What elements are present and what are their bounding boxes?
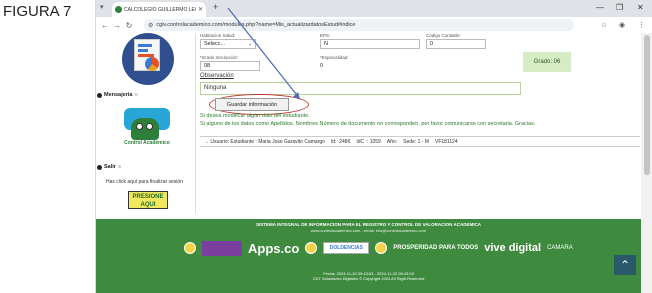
field-label: *Grado Inscripción: — [200, 55, 239, 60]
bullet-icon — [97, 92, 102, 98]
scrollbar[interactable] — [641, 33, 652, 293]
messages-header[interactable]: Mensajeria ≡ — [97, 92, 138, 98]
observation-input[interactable]: Ninguna — [200, 82, 521, 95]
logout-header[interactable]: Salir ≡ — [97, 164, 121, 170]
eps-input[interactable]: N — [320, 39, 420, 49]
prosperidad-logo: PROSPERIDAD PARA TODOS — [393, 245, 479, 251]
tab-strip: ▾ CALCOLEGIO GUILLERMO LEO ✕ + — ❐ ✕ — [96, 0, 652, 17]
save-button[interactable]: Guardar información — [215, 98, 289, 111]
logout-button[interactable]: PRESIONE AQUI — [128, 191, 168, 209]
partner-logos: Apps.co DOLDENCIAS PROSPERIDAD PARA TODO… — [184, 239, 584, 257]
browser-window: ▾ CALCOLEGIO GUILLERMO LEO ✕ + — ❐ ✕ ← →… — [95, 0, 652, 293]
extension-icon[interactable]: ◉ — [619, 21, 625, 29]
user-id: Id:: 2486 — [330, 138, 351, 145]
footer-dates: Fecha: 2024-11-20 09:43:03 - 2024-11-20 … — [96, 271, 641, 281]
user-status-bar: → Usuario: Estudiante : Maria Jose Garav… — [200, 136, 640, 147]
apps-co-logo: Apps.co — [248, 240, 300, 256]
grade-badge: Grado: 06 — [523, 52, 571, 72]
footer-copyright: CDT Soluciones Digitales © Copyright 202… — [312, 276, 425, 281]
page-content: Mensajeria ≡ Control Académico Salir ≡ H… — [96, 33, 641, 293]
forward-icon[interactable]: → — [111, 21, 123, 30]
specialty-value: 0 — [320, 63, 324, 69]
camara-logo: CAMARA — [547, 245, 573, 251]
minimize-icon[interactable]: — — [596, 3, 604, 12]
toolbar: ← → ↻ ⚙ cgiv.controlacademico.com/module… — [96, 17, 652, 33]
observation-label: Observación — [200, 73, 234, 79]
colombia-seal-icon — [184, 242, 196, 254]
user-sede: Sede: 1 - M — [403, 138, 429, 145]
back-icon[interactable]: ← — [99, 21, 111, 30]
tab-title: CALCOLEGIO GUILLERMO LEO — [124, 6, 196, 13]
user-year: Año: — [386, 138, 398, 145]
app-version: VF181124 — [434, 138, 458, 145]
footer-web: www.controlacademico.com - email: info@c… — [310, 228, 427, 233]
pie-chart-icon — [145, 57, 159, 71]
browser-tab[interactable]: CALCOLEGIO GUILLERMO LEO ✕ — [112, 2, 206, 17]
messages-label: Mensajeria — [104, 92, 133, 98]
chevron-down-icon: ⌄ — [248, 41, 253, 47]
colombia-seal-icon — [305, 242, 318, 254]
logout-text: Has click aquí para finalizar sesión — [106, 179, 183, 185]
tab-search-icon[interactable]: ▾ — [100, 3, 104, 11]
field-label: *Especialidad: — [320, 55, 349, 60]
field-label: EPS: — [320, 33, 331, 38]
messaging-owl-icon[interactable]: Control Académico — [121, 105, 173, 153]
bookmark-star-icon[interactable]: ☆ — [601, 21, 607, 29]
info-line-1: Si desea modificar algún dato del estudi… — [200, 113, 310, 119]
grade-enrollment-input[interactable]: 08 — [200, 61, 260, 71]
user-idc: IdC :: 1059 — [356, 138, 381, 145]
logout-label: Salir — [104, 164, 116, 170]
close-icon[interactable]: ✕ — [198, 6, 203, 13]
field-label: Habitacion Salud: — [200, 33, 236, 38]
colombia-seal-icon — [375, 242, 388, 254]
doldencias-logo: DOLDENCIAS — [323, 242, 370, 254]
figure-label: FIGURA 7 — [3, 3, 72, 20]
back-to-top-icon[interactable]: ⌃ — [614, 255, 636, 275]
footer: SISTEMA INTEGRAL DE INFORMACION PARA EL … — [96, 219, 641, 293]
new-tab-icon[interactable]: + — [213, 2, 218, 12]
accounting-code-input[interactable]: 0 — [426, 39, 486, 49]
url-text: cgiv.controlacademico.com/modules.php?na… — [156, 22, 356, 28]
expand-icon[interactable]: ≡ — [134, 92, 137, 98]
messages-icon-text: Control Académico — [124, 140, 170, 146]
close-window-icon[interactable]: ✕ — [637, 3, 644, 12]
field-label: Código Contable: — [426, 33, 461, 38]
user-label: → Usuario: Estudiante : Maria Jose Garav… — [204, 138, 325, 145]
expand-icon[interactable]: ≡ — [118, 164, 121, 170]
footer-title: SISTEMA INTEGRAL DE INFORMACION PARA EL … — [256, 222, 481, 227]
favicon-icon — [115, 6, 122, 13]
scroll-thumb[interactable] — [644, 35, 650, 175]
mintic-logo — [202, 240, 242, 256]
menu-icon[interactable]: ⋮ — [638, 21, 645, 29]
reload-icon[interactable]: ↻ — [123, 21, 135, 30]
vive-digital-logo: vive digital — [484, 242, 542, 254]
restore-icon[interactable]: ❐ — [616, 3, 623, 12]
site-info-icon[interactable]: ⚙ — [148, 22, 153, 29]
sidebar: Mensajeria ≡ Control Académico Salir ≡ H… — [96, 33, 196, 213]
address-bar[interactable]: ⚙ cgiv.controlacademico.com/modules.php?… — [144, 19, 574, 31]
info-line-2: Si alguno de los datos como Apellidos, N… — [200, 121, 536, 127]
bullet-icon — [97, 164, 102, 170]
